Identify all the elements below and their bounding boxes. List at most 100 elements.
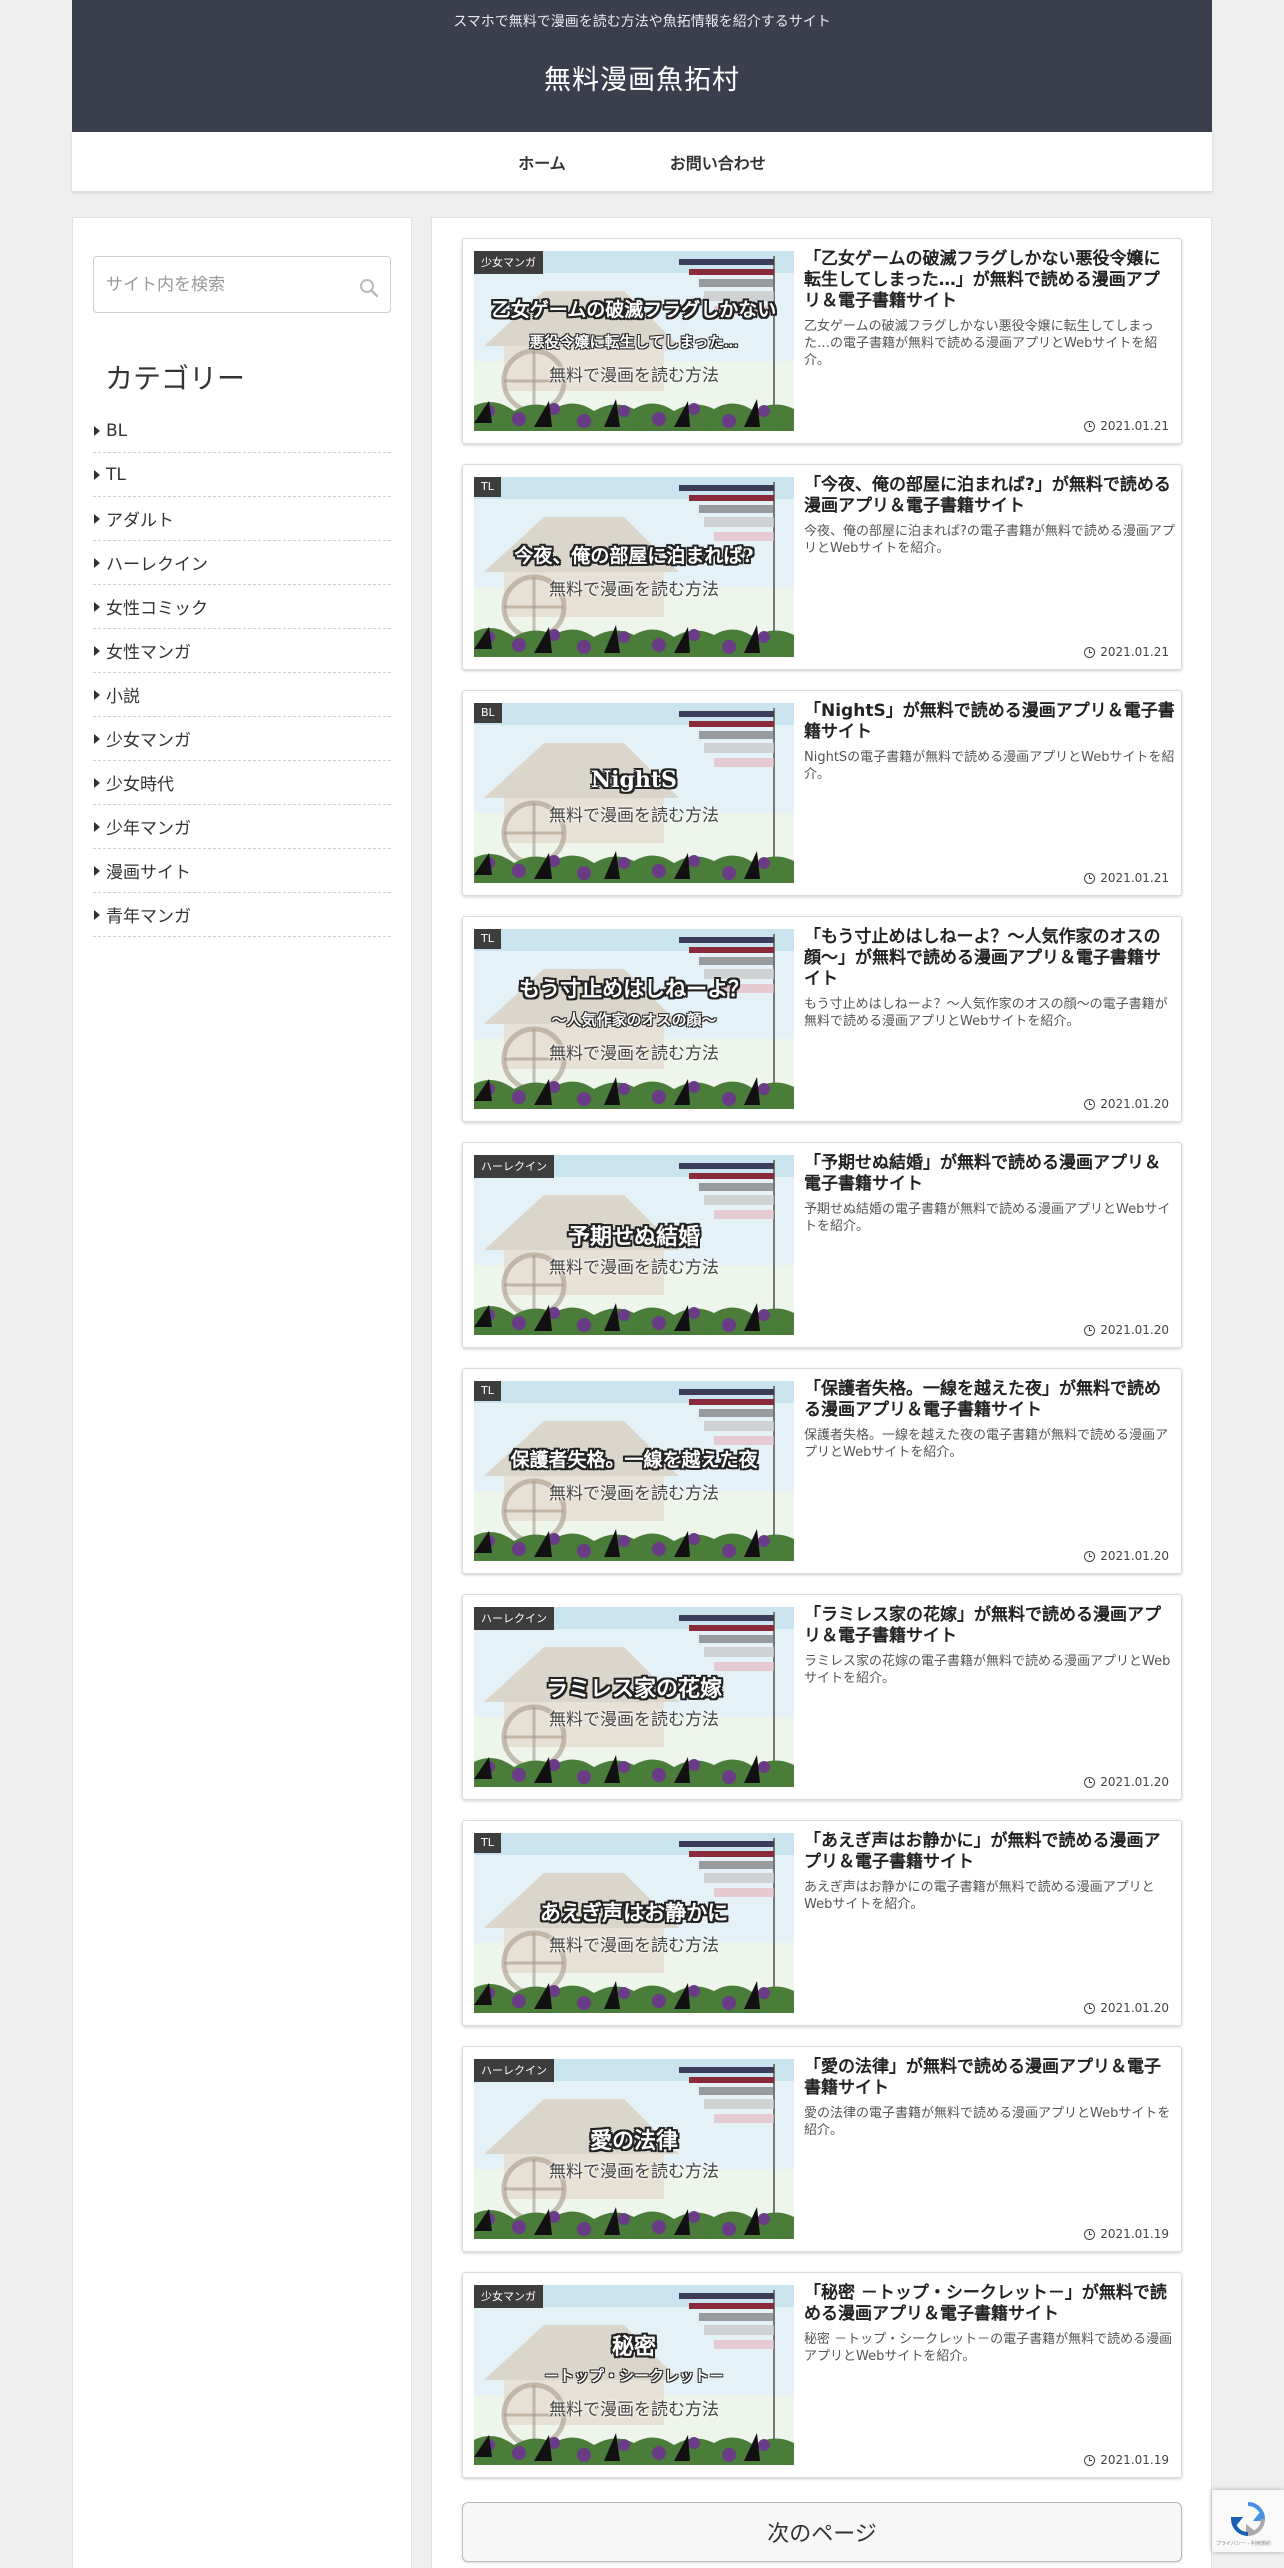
- recaptcha-footer[interactable]: プライバシー - 利用規約: [1216, 2540, 1271, 2547]
- thumbnail-title: 秘密: [611, 2334, 656, 2360]
- category-badge: TL: [474, 1833, 501, 1853]
- post-card[interactable]: もう寸止めはしねーよ？ ～人気作家のオスの顔～ 無料で漫画を読む方法 TL 「もう寸止め…: [462, 916, 1182, 1122]
- category-label: ハーレクイン: [106, 555, 208, 575]
- thumbnail-lead: 無料で漫画を読む方法: [549, 1044, 719, 1064]
- post-thumbnail[interactable]: あえぎ声はお静かに 無料で漫画を読む方法 TL: [474, 1833, 794, 2013]
- clock-icon: [1084, 420, 1096, 432]
- search-input[interactable]: [106, 257, 356, 312]
- post-title[interactable]: 「愛の法律」が無料で読める漫画アプリ＆電子書籍サイト: [804, 2057, 1176, 2099]
- nav-item-home[interactable]: ホーム: [518, 150, 566, 174]
- post-card[interactable]: ラミレス家の花嫁 無料で漫画を読む方法 ハーレクイン 「ラミレス家の花嫁」が無料で読め…: [462, 1594, 1182, 1800]
- post-date-value: 2021.01.20: [1100, 1323, 1169, 1337]
- post-card[interactable]: 乙女ゲームの破滅フラグしかない 悪役令嬢に転生してしまった… 無料で漫画を読む方法 少…: [462, 238, 1182, 444]
- category-item[interactable]: ハーレクイン: [93, 541, 391, 585]
- nav-item-contact[interactable]: お問い合わせ: [670, 150, 766, 174]
- category-item[interactable]: TL: [93, 453, 391, 497]
- clock-icon: [1084, 646, 1096, 658]
- global-nav: ホーム お問い合わせ: [72, 132, 1212, 192]
- site-title[interactable]: 無料漫画魚拓村: [72, 58, 1212, 97]
- post-title[interactable]: 「保護者失格。一線を越えた夜」が無料で読める漫画アプリ＆電子書籍サイト: [804, 1379, 1176, 1421]
- post-excerpt: 秘密 －トップ・シークレット－の電子書籍が無料で読める漫画アプリとWebサイトを…: [804, 2332, 1173, 2364]
- category-item[interactable]: BL: [93, 409, 391, 453]
- thumbnail-title: 愛の法律: [589, 2128, 678, 2154]
- category-item[interactable]: 少年マンガ: [93, 805, 391, 849]
- post-excerpt: 予期せぬ結婚の電子書籍が無料で読める漫画アプリとWebサイトを紹介。: [804, 1202, 1171, 1234]
- caret-right-icon: [94, 821, 100, 832]
- post-date: 2021.01.19: [1084, 2453, 1169, 2467]
- post-thumbnail[interactable]: もう寸止めはしねーよ？ ～人気作家のオスの顔～ 無料で漫画を読む方法 TL: [474, 929, 794, 1109]
- thumbnail-title: NightS: [591, 767, 677, 793]
- category-item[interactable]: 漫画サイト: [93, 849, 391, 893]
- category-label: 少女時代: [106, 775, 174, 795]
- post-date-value: 2021.01.21: [1100, 419, 1169, 433]
- post-date-value: 2021.01.21: [1100, 645, 1169, 659]
- thumbnail-lead: 無料で漫画を読む方法: [549, 1484, 719, 1504]
- category-badge: BL: [474, 703, 502, 723]
- post-title[interactable]: 「乙女ゲームの破滅フラグしかない悪役令嬢に転生してしまった…」が無料で読める漫画…: [804, 249, 1176, 312]
- post-date-value: 2021.01.20: [1100, 2001, 1169, 2015]
- post-date: 2021.01.21: [1084, 645, 1169, 659]
- post-excerpt: ラミレス家の花嫁の電子書籍が無料で読める漫画アプリとWebサイトを紹介。: [804, 1654, 1171, 1686]
- category-badge: 少女マンガ: [474, 2285, 543, 2308]
- post-title[interactable]: 「今夜、俺の部屋に泊まれば?」が無料で読める漫画アプリ＆電子書籍サイト: [804, 475, 1176, 517]
- thumbnail-lead: 無料で漫画を読む方法: [549, 806, 719, 826]
- post-thumbnail[interactable]: 今夜、俺の部屋に泊まれば? 無料で漫画を読む方法 TL: [474, 477, 794, 657]
- post-title[interactable]: 「NightS」が無料で読める漫画アプリ＆電子書籍サイト: [804, 701, 1176, 743]
- page-wrapper: スマホで無料で漫画を読む方法や魚拓情報を紹介するサイト 無料漫画魚拓村 ホーム …: [72, 0, 1212, 2568]
- post-thumbnail[interactable]: 乙女ゲームの破滅フラグしかない 悪役令嬢に転生してしまった… 無料で漫画を読む方法 少…: [474, 251, 794, 431]
- thumbnail-title: もう寸止めはしねーよ？: [518, 976, 750, 1001]
- thumbnail-lead: 無料で漫画を読む方法: [549, 1710, 719, 1730]
- post-title[interactable]: 「予期せぬ結婚」が無料で読める漫画アプリ＆電子書籍サイト: [804, 1153, 1176, 1195]
- category-label: 女性コミック: [106, 599, 208, 619]
- post-thumbnail[interactable]: NightS 無料で漫画を読む方法 BL: [474, 703, 794, 883]
- post-date: 2021.01.21: [1084, 419, 1169, 433]
- clock-icon: [1084, 1550, 1096, 1562]
- post-date-value: 2021.01.19: [1100, 2453, 1169, 2467]
- post-thumbnail[interactable]: 保護者失格。一線を越えた夜 無料で漫画を読む方法 TL: [474, 1381, 794, 1561]
- post-card[interactable]: あえぎ声はお静かに 無料で漫画を読む方法 TL 「あえぎ声はお静かに」が無料で読める漫…: [462, 1820, 1182, 2026]
- post-title[interactable]: 「あえぎ声はお静かに」が無料で読める漫画アプリ＆電子書籍サイト: [804, 1831, 1176, 1873]
- thumbnail-title: あえぎ声はお静かに: [539, 1900, 729, 1925]
- search-icon[interactable]: [358, 277, 380, 299]
- category-badge: ハーレクイン: [474, 2059, 554, 2082]
- post-card[interactable]: 保護者失格。一線を越えた夜 無料で漫画を読む方法 TL 「保護者失格。一線を越えた夜」…: [462, 1368, 1182, 1574]
- category-label: 少年マンガ: [106, 819, 191, 839]
- categories-heading: カテゴリー: [105, 362, 246, 395]
- category-item[interactable]: 小説: [93, 673, 391, 717]
- caret-right-icon: [94, 469, 100, 480]
- post-title[interactable]: 「もう寸止めはしねーよ？～人気作家のオスの顔～」が無料で読める漫画アプリ＆電子書…: [804, 927, 1176, 990]
- category-label: 青年マンガ: [106, 907, 191, 927]
- category-item[interactable]: 少女マンガ: [93, 717, 391, 761]
- category-item[interactable]: 女性コミック: [93, 585, 391, 629]
- caret-right-icon: [94, 909, 100, 920]
- post-thumbnail[interactable]: ラミレス家の花嫁 無料で漫画を読む方法 ハーレクイン: [474, 1607, 794, 1787]
- post-card[interactable]: 今夜、俺の部屋に泊まれば? 無料で漫画を読む方法 TL 「今夜、俺の部屋に泊まれば?」…: [462, 464, 1182, 670]
- post-thumbnail[interactable]: 愛の法律 無料で漫画を読む方法 ハーレクイン: [474, 2059, 794, 2239]
- next-page-button[interactable]: 次のページ: [462, 2502, 1182, 2562]
- clock-icon: [1084, 1098, 1096, 1110]
- post-title[interactable]: 「秘密 －トップ・シークレット－」が無料で読める漫画アプリ＆電子書籍サイト: [804, 2283, 1176, 2325]
- thumbnail-subtitle: －トップ・シークレット－: [543, 2367, 724, 2385]
- post-card[interactable]: 予期せぬ結婚 無料で漫画を読む方法 ハーレクイン 「予期せぬ結婚」が無料で読める漫画ア…: [462, 1142, 1182, 1348]
- clock-icon: [1084, 2454, 1096, 2466]
- post-date: 2021.01.20: [1084, 2001, 1169, 2015]
- category-badge: ハーレクイン: [474, 1607, 554, 1630]
- post-title[interactable]: 「ラミレス家の花嫁」が無料で読める漫画アプリ＆電子書籍サイト: [804, 1605, 1176, 1647]
- category-item[interactable]: アダルト: [93, 497, 391, 541]
- post-thumbnail[interactable]: 秘密 －トップ・シークレット－ 無料で漫画を読む方法 少女マンガ: [474, 2285, 794, 2465]
- category-item[interactable]: 青年マンガ: [93, 893, 391, 937]
- caret-right-icon: [94, 689, 100, 700]
- post-card[interactable]: 愛の法律 無料で漫画を読む方法 ハーレクイン 「愛の法律」が無料で読める漫画アプリ＆電…: [462, 2046, 1182, 2252]
- post-date-value: 2021.01.19: [1100, 2227, 1169, 2241]
- caret-right-icon: [94, 557, 100, 568]
- category-item[interactable]: 女性マンガ: [93, 629, 391, 673]
- post-thumbnail[interactable]: 予期せぬ結婚 無料で漫画を読む方法 ハーレクイン: [474, 1155, 794, 1335]
- category-label: 女性マンガ: [106, 643, 191, 663]
- recaptcha-badge[interactable]: プライバシー - 利用規約: [1212, 2490, 1284, 2552]
- category-item[interactable]: 少女時代: [93, 761, 391, 805]
- category-badge: TL: [474, 1381, 501, 1401]
- post-date-value: 2021.01.20: [1100, 1549, 1169, 1563]
- post-card[interactable]: 秘密 －トップ・シークレット－ 無料で漫画を読む方法 少女マンガ 「秘密 －トップ・シー…: [462, 2272, 1182, 2478]
- post-card[interactable]: NightS 無料で漫画を読む方法 BL 「NightS」が無料で読める漫画アプリ＆電…: [462, 690, 1182, 896]
- caret-right-icon: [94, 601, 100, 612]
